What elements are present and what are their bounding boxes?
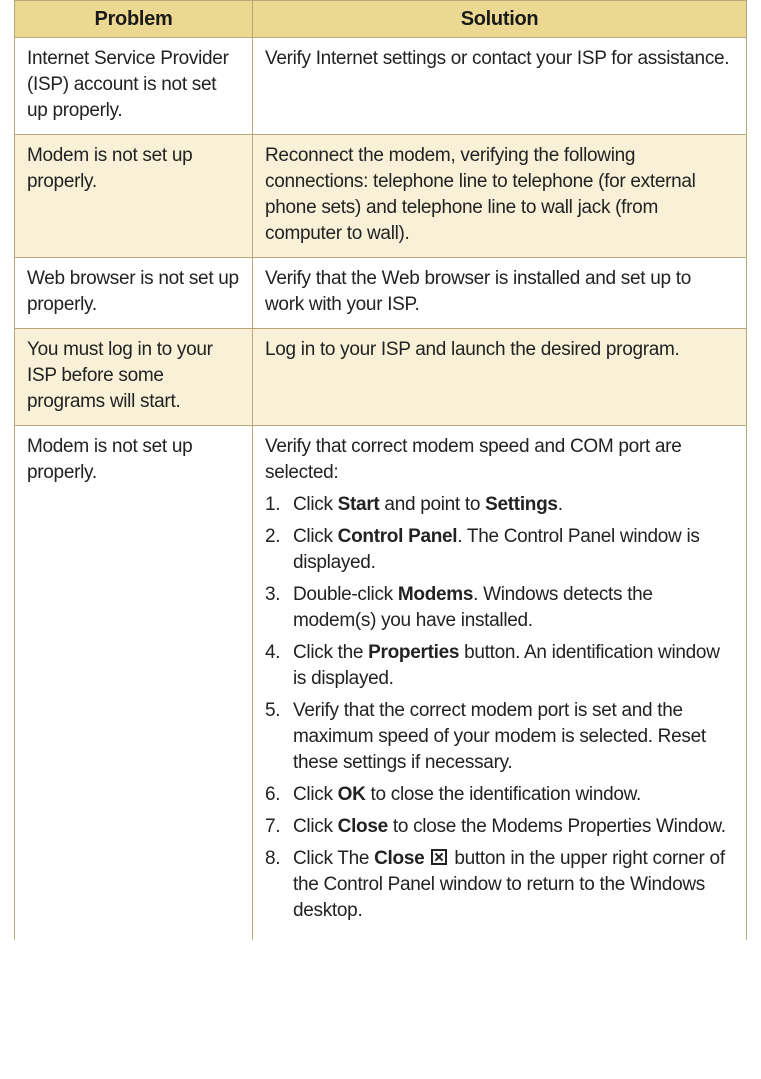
step-item: 3. Double-click Modems. Windows detects t…: [265, 582, 734, 634]
solution-column-header: Solution: [252, 0, 747, 38]
problem-cell: Modem is not set up properly.: [14, 134, 253, 258]
step-bold-term: Settings: [485, 494, 558, 515]
troubleshooting-table: Problem Solution Internet Service Provid…: [14, 0, 747, 940]
problem-cell: Modem is not set up properly.: [14, 425, 253, 940]
step-text: to close the Modems Properties Window.: [387, 816, 726, 837]
problem-cell: Internet Service Provider (ISP) account …: [14, 37, 253, 135]
solution-cell: Verify Internet settings or contact your…: [252, 37, 747, 135]
close-button-icon: [431, 849, 448, 865]
step-item: 8. Click The Close button in the upper ri…: [265, 846, 734, 924]
table-header-row: Problem Solution: [14, 0, 747, 38]
step-text: to close the identification window.: [365, 784, 642, 805]
steps-list: 1. Click Start and point to Settings. 2. C…: [265, 492, 734, 924]
step-number: 4.: [265, 642, 281, 663]
step-bold-term: Modems: [397, 584, 474, 605]
solution-intro: Verify that correct modem speed and COM …: [265, 436, 682, 483]
step-number: 8.: [265, 848, 281, 869]
step-bold-term: Close: [374, 848, 425, 869]
step-text: Verify that the correct modem port is se…: [293, 700, 706, 773]
problem-cell: You must log in to your ISP before some …: [14, 328, 253, 426]
step-text: Click: [293, 784, 338, 805]
step-item: 4. Click the Properties button. An identi…: [265, 640, 734, 692]
solution-cell: Verify that the Web browser is installed…: [252, 257, 747, 329]
step-bold-term: Control Panel: [337, 526, 458, 547]
solution-cell: Reconnect the modem, verifying the follo…: [252, 134, 747, 258]
step-text: Click the: [293, 642, 369, 663]
step-item: 5. Verify that the correct modem port is …: [265, 698, 734, 776]
step-text: Click: [293, 494, 338, 515]
step-text: Click: [293, 526, 338, 547]
step-item: 6. Click OK to close the identification w…: [265, 782, 734, 808]
table-row: Modem is not set up properly. Verify tha…: [14, 425, 747, 940]
table-row: Modem is not set up properly. Reconnect …: [14, 134, 747, 258]
step-text: .: [557, 494, 563, 515]
step-text: Click: [293, 816, 338, 837]
step-bold-term: Start: [337, 494, 380, 515]
problem-column-header: Problem: [14, 0, 253, 38]
step-number: 3.: [265, 584, 281, 605]
step-number: 5.: [265, 700, 281, 721]
step-text: and point to: [379, 494, 486, 515]
step-item: 2. Click Control Panel. The Control Panel…: [265, 524, 734, 576]
step-item: 7. Click Close to close the Modems Proper…: [265, 814, 734, 840]
step-bold-term: Properties: [368, 642, 460, 663]
step-text: Click The: [293, 848, 375, 869]
table-row: Internet Service Provider (ISP) account …: [14, 37, 747, 135]
step-number: 7.: [265, 816, 281, 837]
step-bold-term: OK: [337, 784, 366, 805]
step-number: 2.: [265, 526, 281, 547]
problem-cell: Web browser is not set up properly.: [14, 257, 253, 329]
step-number: 6.: [265, 784, 281, 805]
solution-cell: Verify that correct modem speed and COM …: [252, 425, 747, 940]
table-row: You must log in to your ISP before some …: [14, 328, 747, 426]
step-bold-term: Close: [337, 816, 389, 837]
step-item: 1. Click Start and point to Settings.: [265, 492, 734, 518]
table-row: Web browser is not set up properly. Veri…: [14, 257, 747, 329]
step-number: 1.: [265, 494, 281, 515]
step-text: Double-click: [293, 584, 398, 605]
solution-cell: Log in to your ISP and launch the desire…: [252, 328, 747, 426]
